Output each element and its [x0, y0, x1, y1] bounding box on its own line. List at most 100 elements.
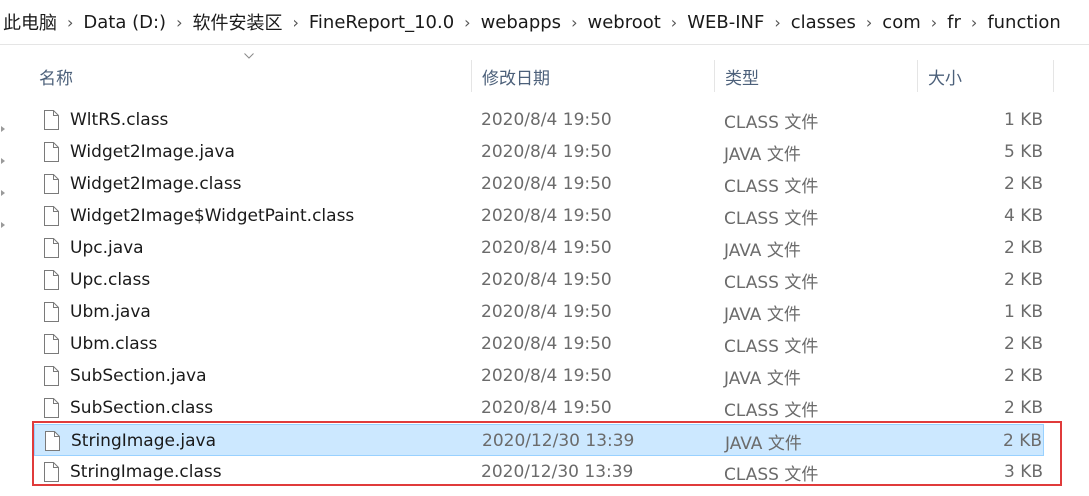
breadcrumb-chevron-icon[interactable]: › — [460, 13, 474, 32]
file-row[interactable]: Ubm.class 2020/8/4 19:50 CLASS 文件 2 KB — [34, 328, 1044, 360]
file-row[interactable]: Widget2Image.java 2020/8/4 19:50 JAVA 文件… — [34, 136, 1044, 168]
file-type: CLASS 文件 — [724, 176, 819, 197]
breadcrumb-item-classes[interactable]: classes — [785, 12, 862, 33]
file-name: Widget2Image.java — [70, 142, 235, 162]
file-type: JAVA 文件 — [725, 433, 802, 454]
file-modified-date: 2020/8/4 19:50 — [481, 334, 612, 354]
file-type: CLASS 文件 — [724, 272, 819, 293]
file-modified-date: 2020/8/4 19:50 — [481, 270, 612, 290]
breadcrumb-chevron-icon[interactable]: › — [770, 13, 784, 32]
file-row[interactable]: SubSection.java 2020/8/4 19:50 JAVA 文件 2… — [34, 360, 1044, 392]
file-size: 3 KB — [1003, 462, 1043, 482]
file-row[interactable]: Widget2Image.class 2020/8/4 19:50 CLASS … — [34, 168, 1044, 200]
file-modified-date: 2020/8/4 19:50 — [481, 398, 612, 418]
breadcrumb-chevron-icon[interactable]: › — [567, 13, 581, 32]
file-icon — [44, 174, 59, 194]
file-icon — [44, 398, 59, 418]
column-header-date[interactable]: 修改日期 — [472, 56, 715, 96]
column-header-type[interactable]: 类型 — [715, 56, 918, 96]
file-name: Ubm.class — [70, 334, 158, 354]
file-row[interactable]: SubSection.class 2020/8/4 19:50 CLASS 文件… — [34, 392, 1044, 424]
file-row[interactable]: Upc.java 2020/8/4 19:50 JAVA 文件 2 KB — [34, 232, 1044, 264]
file-size: 2 KB — [1003, 238, 1043, 258]
file-type: CLASS 文件 — [724, 400, 819, 421]
breadcrumb-chevron-icon[interactable]: › — [288, 13, 302, 32]
file-type: CLASS 文件 — [724, 464, 819, 485]
file-name: Upc.java — [70, 238, 144, 258]
file-row[interactable]: WltRS.class 2020/8/4 19:50 CLASS 文件 1 KB — [34, 104, 1044, 136]
breadcrumb-item-webroot[interactable]: webroot — [581, 12, 666, 33]
breadcrumb-item-webapps[interactable]: webapps — [475, 12, 567, 33]
file-size: 2 KB — [1003, 398, 1043, 418]
file-modified-date: 2020/8/4 19:50 — [481, 174, 612, 194]
expand-arrow-icon[interactable] — [1, 158, 5, 164]
column-header-date-label: 修改日期 — [482, 68, 550, 89]
file-size: 1 KB — [1003, 302, 1043, 322]
file-icon — [44, 302, 59, 322]
file-modified-date: 2020/8/4 19:50 — [481, 366, 612, 386]
file-row[interactable]: StringImage.java 2020/12/30 13:39 JAVA 文… — [34, 424, 1044, 456]
file-name: SubSection.java — [70, 366, 207, 386]
breadcrumb-item-fr[interactable]: fr — [941, 12, 967, 33]
file-name: Upc.class — [70, 270, 151, 290]
column-header-size-label: 大小 — [928, 68, 962, 89]
column-header-name[interactable]: 名称 — [29, 56, 472, 96]
file-modified-date: 2020/8/4 19:50 — [481, 142, 612, 162]
file-row[interactable]: Widget2Image$WidgetPaint.class 2020/8/4 … — [34, 200, 1044, 232]
breadcrumb-chevron-icon[interactable]: › — [967, 13, 981, 32]
file-modified-date: 2020/8/4 19:50 — [481, 110, 612, 130]
breadcrumb-item-software-folder[interactable]: 软件安装区 — [186, 9, 288, 35]
file-size: 1 KB — [1003, 110, 1043, 130]
file-modified-date: 2020/12/30 13:39 — [481, 462, 634, 482]
expand-arrow-icon[interactable] — [1, 222, 5, 228]
breadcrumb-chevron-icon[interactable]: › — [63, 13, 77, 32]
file-name: Widget2Image$WidgetPaint.class — [70, 206, 355, 226]
column-header-size[interactable]: 大小 — [918, 56, 1054, 96]
file-modified-date: 2020/8/4 19:50 — [481, 206, 612, 226]
breadcrumb-item-com[interactable]: com — [876, 12, 926, 33]
navigation-pane-edge — [0, 44, 12, 496]
breadcrumb-chevron-icon[interactable]: › — [667, 13, 681, 32]
file-size: 2 KB — [1003, 334, 1043, 354]
breadcrumb-chevron-icon[interactable]: › — [927, 13, 941, 32]
file-type: JAVA 文件 — [724, 304, 801, 325]
file-type: JAVA 文件 — [724, 240, 801, 261]
file-row[interactable]: Upc.class 2020/8/4 19:50 CLASS 文件 2 KB — [34, 264, 1044, 296]
file-size: 2 KB — [1002, 431, 1042, 451]
file-modified-date: 2020/8/4 19:50 — [481, 238, 612, 258]
file-name: Widget2Image.class — [70, 174, 242, 194]
file-size: 2 KB — [1003, 270, 1043, 290]
file-name: WltRS.class — [70, 110, 169, 130]
file-type: JAVA 文件 — [724, 144, 801, 165]
breadcrumb-item-this-pc[interactable]: 此电脑 — [0, 9, 63, 35]
breadcrumb-chevron-icon[interactable]: › — [862, 13, 876, 32]
breadcrumb-chevron-icon[interactable]: › — [172, 13, 186, 32]
file-list-pane: 名称 修改日期 类型 大小 WltRS.class 2020/8/4 19:50… — [12, 44, 1089, 496]
column-header-row: 名称 修改日期 类型 大小 — [12, 53, 1089, 96]
file-row[interactable]: Ubm.java 2020/8/4 19:50 JAVA 文件 1 KB — [34, 296, 1044, 328]
file-modified-date: 2020/12/30 13:39 — [482, 431, 635, 451]
file-type: CLASS 文件 — [724, 336, 819, 357]
file-icon — [44, 238, 59, 258]
file-row[interactable]: StringImage.class 2020/12/30 13:39 CLASS… — [34, 456, 1044, 488]
file-modified-date: 2020/8/4 19:50 — [481, 302, 612, 322]
address-breadcrumb[interactable]: 此电脑 › Data (D:) › 软件安装区 › FineReport_10.… — [0, 0, 1089, 45]
file-size: 4 KB — [1003, 206, 1043, 226]
column-header-type-label: 类型 — [725, 68, 759, 89]
file-type: CLASS 文件 — [724, 112, 819, 133]
file-name: StringImage.java — [71, 431, 216, 451]
expand-arrow-icon[interactable] — [1, 126, 5, 132]
expand-arrow-icon[interactable] — [1, 190, 5, 196]
file-size: 2 KB — [1003, 174, 1043, 194]
column-header-name-label: 名称 — [39, 68, 73, 89]
file-name: SubSection.class — [70, 398, 214, 418]
breadcrumb-item-function[interactable]: function — [981, 12, 1067, 33]
file-icon — [44, 110, 59, 130]
column-divider[interactable] — [1053, 60, 1054, 92]
file-icon — [44, 462, 59, 482]
file-icon — [44, 270, 59, 290]
breadcrumb-item-web-inf[interactable]: WEB-INF — [681, 12, 770, 33]
file-type: JAVA 文件 — [724, 368, 801, 389]
breadcrumb-item-finereport[interactable]: FineReport_10.0 — [303, 12, 460, 33]
breadcrumb-item-drive[interactable]: Data (D:) — [77, 12, 172, 33]
